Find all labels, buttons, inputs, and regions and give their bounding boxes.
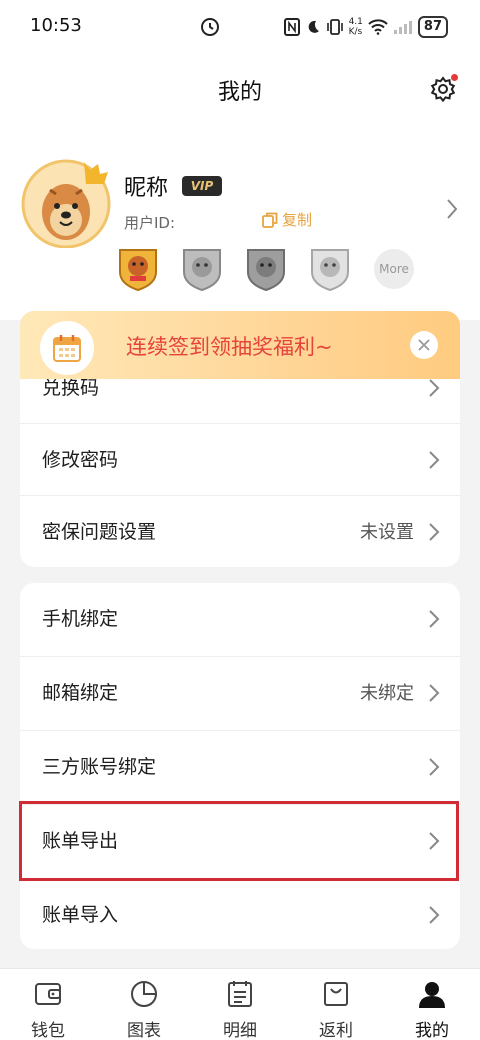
tab-details[interactable]: 明细 <box>192 969 288 1040</box>
row-label: 账单导入 <box>42 904 119 926</box>
vip-badge: VIP <box>182 176 222 196</box>
tab-label: 图表 <box>127 1021 161 1040</box>
settings-row-third-party-binding[interactable]: 三方账号绑定 <box>20 731 460 804</box>
tab-mine[interactable]: 我的 <box>384 969 480 1040</box>
settings-row-phone-binding[interactable]: 手机绑定 <box>20 583 460 656</box>
row-value: 未绑定 <box>360 683 414 704</box>
status-bar: 10:53 4.1 K/s 87 <box>0 0 480 54</box>
bag-icon <box>324 982 348 1006</box>
bottom-tab-bar: 钱包 图表 明细 返利 我的 <box>0 968 480 1040</box>
close-banner-button[interactable] <box>410 331 438 359</box>
chevron-right-icon[interactable] <box>446 198 458 220</box>
close-icon <box>418 339 430 351</box>
chevron-right-icon <box>429 523 440 541</box>
avatar[interactable] <box>20 156 112 248</box>
settings-button[interactable] <box>428 74 458 104</box>
row-value: 未设置 <box>360 522 414 543</box>
nickname: 昵称 <box>124 176 169 201</box>
badge-shield-colored[interactable] <box>118 246 158 292</box>
row-label: 修改密码 <box>42 449 119 471</box>
badge-shield-gray-3[interactable] <box>310 246 350 292</box>
badge-row: More <box>118 246 414 292</box>
signal-icon <box>393 21 412 34</box>
moon-icon <box>308 20 319 33</box>
copy-label: 复制 <box>282 211 313 229</box>
settings-row-security-question[interactable]: 密保问题设置 未设置 <box>20 496 460 567</box>
badge-shield-gray-1[interactable] <box>182 246 222 292</box>
tab-chart[interactable]: 图表 <box>96 969 192 1040</box>
list-icon <box>228 981 252 1007</box>
page-header: 我的 <box>0 54 480 124</box>
row-label: 账单导出 <box>42 830 119 852</box>
pie-chart-icon <box>131 981 157 1007</box>
alarm-icon <box>201 18 219 36</box>
profile-section[interactable]: 昵称 VIP 用户ID: 复制 More <box>0 124 480 320</box>
row-label: 三方账号绑定 <box>42 756 157 778</box>
tab-label: 钱包 <box>31 1021 65 1040</box>
chevron-right-icon <box>429 451 440 469</box>
vibrate-icon <box>326 19 343 35</box>
wallet-icon <box>35 983 61 1005</box>
nfc-icon <box>283 18 300 36</box>
row-label: 手机绑定 <box>42 608 119 630</box>
tab-label: 明细 <box>223 1021 257 1040</box>
notification-dot <box>451 74 458 81</box>
person-icon <box>419 982 445 1008</box>
settings-group-binding: 手机绑定 邮箱绑定 未绑定 三方账号绑定 账单导出 账单导入 <box>20 583 460 949</box>
more-badges-button[interactable]: More <box>374 249 414 289</box>
chevron-right-icon <box>429 610 440 628</box>
status-icons: 4.1 K/s 87 <box>283 14 448 40</box>
tab-label: 我的 <box>415 1021 449 1040</box>
chevron-right-icon <box>429 906 440 924</box>
chevron-right-icon <box>429 684 440 702</box>
settings-row-email-binding[interactable]: 邮箱绑定 未绑定 <box>20 657 460 730</box>
chevron-right-icon <box>429 758 440 776</box>
user-id-label: 用户ID: <box>124 214 176 232</box>
chevron-right-icon <box>429 379 440 397</box>
tab-label: 返利 <box>319 1021 353 1040</box>
tab-rebate[interactable]: 返利 <box>288 969 384 1040</box>
row-label: 密保问题设置 <box>42 521 157 543</box>
signin-text: 连续签到领抽奖福利~ <box>126 335 333 359</box>
settings-row-change-password[interactable]: 修改密码 <box>20 424 460 497</box>
net-speed: 4.1 K/s <box>348 17 363 37</box>
status-time: 10:53 <box>30 15 82 36</box>
badge-shield-gray-2[interactable] <box>246 246 286 292</box>
tab-wallet[interactable]: 钱包 <box>0 969 96 1040</box>
page-title: 我的 <box>217 80 262 105</box>
battery-indicator: 87 <box>417 16 448 38</box>
signin-banner[interactable]: 连续签到领抽奖福利~ <box>20 311 460 379</box>
copy-icon <box>262 212 278 228</box>
settings-row-bill-import[interactable]: 账单导入 <box>20 879 460 952</box>
chevron-right-icon <box>429 832 440 850</box>
copy-id-button[interactable]: 复制 <box>262 209 312 230</box>
settings-row-bill-export[interactable]: 账单导出 <box>20 805 460 878</box>
wifi-icon <box>368 19 388 35</box>
calendar-icon <box>40 321 94 375</box>
row-label: 邮箱绑定 <box>42 682 119 704</box>
